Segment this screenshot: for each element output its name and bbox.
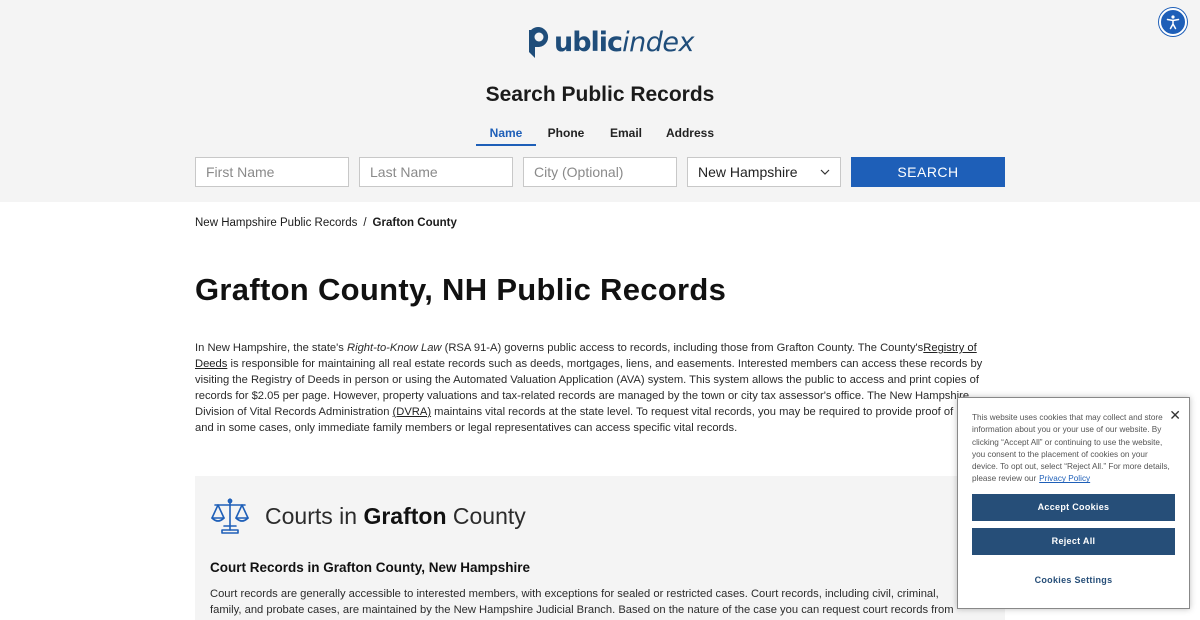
breadcrumb-current: Grafton County xyxy=(372,217,457,229)
search-tabs: Name Phone Email Address xyxy=(476,124,724,146)
chevron-down-icon xyxy=(820,169,830,175)
tab-phone[interactable]: Phone xyxy=(536,124,596,146)
tab-name[interactable]: Name xyxy=(476,124,536,146)
courts-heading-county: Grafton xyxy=(363,503,447,529)
scales-icon xyxy=(211,498,249,534)
breadcrumb-separator: / xyxy=(363,217,367,229)
intro-text-2: (RSA 91-A) governs public access to reco… xyxy=(441,342,924,354)
courts-heading-prefix: Courts in xyxy=(265,503,358,529)
logo-text-italic: index xyxy=(622,26,694,58)
search-hero: ublic index Search Public Records Name Ph… xyxy=(0,0,1200,202)
courts-heading: Courts in Grafton County xyxy=(265,503,526,530)
accessibility-icon xyxy=(1166,15,1180,30)
cookie-settings-button[interactable]: Cookies Settings xyxy=(972,566,1175,594)
courts-heading-suffix: County xyxy=(452,503,526,529)
search-title: Search Public Records xyxy=(485,83,715,106)
tab-address[interactable]: Address xyxy=(656,124,724,146)
logo-text-bold: ublic xyxy=(554,26,623,58)
logo-mark-icon xyxy=(529,27,549,58)
intro-text-1: In New Hampshire, the state's xyxy=(195,342,347,354)
privacy-policy-link[interactable]: Privacy Policy xyxy=(1039,474,1090,483)
dvra-link[interactable]: (DVRA) xyxy=(393,406,432,418)
cookie-text: This website uses cookies that may colle… xyxy=(972,412,1175,486)
cookie-body: This website uses cookies that may colle… xyxy=(972,413,1170,484)
search-button[interactable]: SEARCH xyxy=(851,157,1005,187)
court-records-subtitle: Court Records in Grafton County, New Ham… xyxy=(210,560,531,575)
breadcrumb: New Hampshire Public Records / Grafton C… xyxy=(195,217,457,229)
accessibility-button[interactable] xyxy=(1159,8,1187,36)
courts-section: Courts in Grafton County Court Records i… xyxy=(195,476,1005,620)
state-select[interactable]: New Hampshire xyxy=(687,157,841,187)
cookie-banner: ✕ This website uses cookies that may col… xyxy=(957,397,1190,609)
accept-cookies-button[interactable]: Accept Cookies xyxy=(972,493,1175,521)
law-name: Right-to-Know Law xyxy=(347,342,442,354)
court-records-text: Court records are generally accessible t… xyxy=(210,588,954,616)
tab-email[interactable]: Email xyxy=(596,124,656,146)
city-input[interactable]: City (Optional) xyxy=(523,157,677,187)
reject-all-button[interactable]: Reject All xyxy=(972,527,1175,555)
publicindex-logo[interactable]: ublic index xyxy=(527,22,694,62)
intro-paragraph: In New Hampshire, the state's Right-to-K… xyxy=(195,340,1003,436)
state-select-value: New Hampshire xyxy=(698,164,798,180)
close-icon[interactable]: ✕ xyxy=(1169,407,1181,424)
last-name-input[interactable]: Last Name xyxy=(359,157,513,187)
first-name-input[interactable]: First Name xyxy=(195,157,349,187)
breadcrumb-link-state[interactable]: New Hampshire Public Records xyxy=(195,217,357,229)
page-title: Grafton County, NH Public Records xyxy=(195,272,727,307)
